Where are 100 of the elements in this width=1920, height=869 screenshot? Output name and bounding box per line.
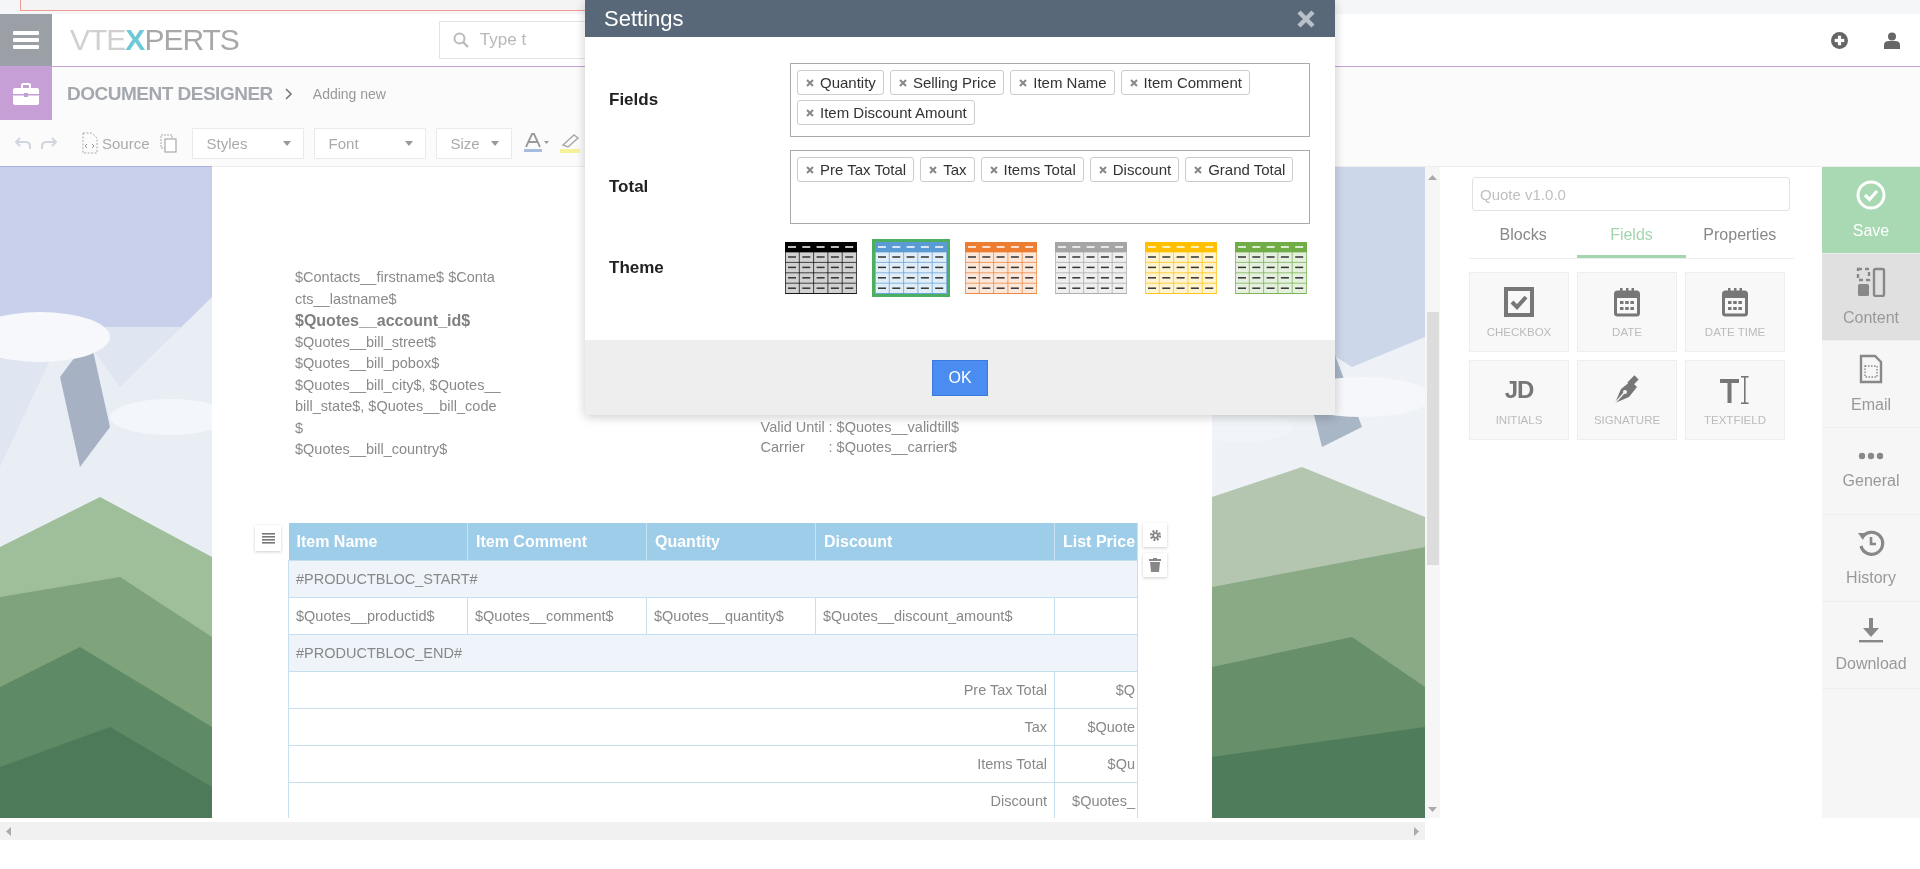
theme-option[interactable] xyxy=(1142,239,1220,297)
remove-icon[interactable] xyxy=(989,165,998,174)
calendar-icon xyxy=(1614,286,1640,317)
scroll-down-icon[interactable] xyxy=(1428,807,1437,812)
field-card[interactable]: TEXTFIELD xyxy=(1685,360,1785,440)
remove-icon[interactable] xyxy=(806,78,814,87)
info-label: Carrier xyxy=(760,438,806,457)
panel-tab[interactable]: Fields xyxy=(1577,215,1686,258)
user-icon[interactable] xyxy=(1884,31,1900,49)
field-card[interactable]: DATE TIME xyxy=(1685,272,1785,352)
remove-icon[interactable] xyxy=(929,165,938,174)
more-icon xyxy=(1858,452,1884,460)
theme-option[interactable] xyxy=(1232,239,1310,297)
table-cell: Tax xyxy=(288,708,1055,746)
table-style-icon xyxy=(1055,242,1127,294)
tag[interactable]: Grand Total xyxy=(1185,157,1294,182)
nav-item[interactable]: Content xyxy=(1822,254,1920,341)
column-header: List Price xyxy=(1054,523,1138,561)
tag[interactable]: Tax xyxy=(920,157,975,182)
scroll-right-icon[interactable] xyxy=(1414,826,1419,836)
tag[interactable]: Item Name xyxy=(1010,70,1115,95)
initials-icon: JD xyxy=(1504,374,1534,405)
panel-tab[interactable]: Blocks xyxy=(1469,215,1578,258)
remove-icon[interactable] xyxy=(1019,78,1028,87)
panel-tab[interactable]: Properties xyxy=(1685,215,1794,258)
tag[interactable]: Items Total xyxy=(980,157,1084,182)
table-style-icon xyxy=(1235,242,1307,294)
scrollbar-thumb[interactable] xyxy=(1426,312,1439,565)
remove-icon[interactable] xyxy=(806,108,814,117)
format-dropdown[interactable]: Styles xyxy=(191,127,304,159)
remove-icon[interactable] xyxy=(1194,165,1203,174)
tag[interactable]: Quantity xyxy=(797,70,884,95)
drag-handle[interactable] xyxy=(255,525,281,551)
history-icon xyxy=(1857,529,1885,557)
briefcase-icon xyxy=(13,82,39,105)
menu-button[interactable] xyxy=(0,14,52,66)
remove-icon[interactable] xyxy=(898,78,907,87)
menu-icon xyxy=(13,30,39,50)
field-label: Theme xyxy=(609,258,665,278)
theme-option[interactable] xyxy=(872,239,950,297)
table-cell: $Quote xyxy=(1054,708,1138,746)
field-card[interactable]: SIGNATURE xyxy=(1577,360,1677,440)
column-header: Item Comment xyxy=(467,523,647,561)
scroll-up-icon[interactable] xyxy=(1428,175,1437,180)
table-style-icon xyxy=(1145,242,1217,294)
remove-icon[interactable] xyxy=(1129,78,1138,87)
table-cell: $Q xyxy=(1054,671,1138,709)
gear-icon xyxy=(1148,528,1162,542)
scroll-left-icon[interactable] xyxy=(6,826,11,836)
tag[interactable]: Item Discount Amount xyxy=(797,100,975,125)
table-cell: $Quotes__productid$ xyxy=(288,597,468,635)
address-line: $Quotes__bill_street$ xyxy=(295,332,438,352)
add-icon[interactable] xyxy=(1831,31,1848,49)
highlight-icon[interactable] xyxy=(559,133,580,153)
format-dropdown[interactable]: Font xyxy=(313,127,426,159)
list-icon xyxy=(261,532,275,544)
field-card[interactable]: DATE xyxy=(1577,272,1677,352)
theme-option[interactable] xyxy=(782,239,860,297)
info-label: Valid Until xyxy=(760,418,826,437)
ok-button[interactable]: OK xyxy=(932,359,988,396)
delete-button[interactable] xyxy=(1143,553,1167,577)
address-line: $Contacts__firstname$ $Conta xyxy=(295,268,496,287)
calendar-icon xyxy=(1722,286,1748,317)
download-icon xyxy=(1858,617,1884,643)
template-name-field[interactable]: Quote v1.0.0 xyxy=(1472,177,1790,211)
pen-nib-icon xyxy=(1613,374,1641,405)
table-cell: #PRODUCTBLOC_START# xyxy=(288,560,1138,598)
tag[interactable]: Item Comment xyxy=(1120,70,1250,95)
breadcrumb-current: Adding new xyxy=(312,85,386,102)
remove-icon[interactable] xyxy=(1098,165,1107,174)
remove-icon[interactable] xyxy=(806,165,814,174)
address-line: $Quotes__bill_pobox$ xyxy=(295,354,441,373)
theme-option[interactable] xyxy=(962,239,1040,297)
nav-item[interactable]: Save xyxy=(1822,167,1920,254)
settings-button[interactable] xyxy=(1143,523,1167,547)
column-header: Discount xyxy=(815,523,1055,561)
tag[interactable]: Pre Tax Total xyxy=(797,157,915,182)
tag[interactable]: Selling Price xyxy=(889,70,1005,95)
field-card[interactable]: CHECKBOX xyxy=(1469,272,1569,352)
tag-input[interactable]: Quantity Selling Price Item Name Item Comment Item Discount Amount xyxy=(790,63,1310,137)
tag-input[interactable]: Pre Tax Total Tax Items Total Discount Grand Total xyxy=(790,150,1310,224)
address-line: $Quotes__bill_country$ xyxy=(295,440,449,459)
text-cursor-icon xyxy=(1720,374,1750,405)
source-button[interactable]: Source xyxy=(79,132,150,154)
text-color-icon[interactable] xyxy=(523,133,550,153)
column-header: Quantity xyxy=(646,523,816,561)
checkbox-icon xyxy=(1504,286,1534,317)
table-cell: Items Total xyxy=(288,745,1055,783)
module-title[interactable]: DOCUMENT DESIGNER xyxy=(67,82,273,105)
table-cell: $Qu xyxy=(1054,745,1138,783)
table-style-icon xyxy=(965,242,1037,294)
close-icon[interactable] xyxy=(1297,9,1315,28)
theme-option[interactable] xyxy=(1052,239,1130,297)
field-label: Fields xyxy=(609,90,660,110)
field-card[interactable]: JD INITIALS xyxy=(1469,360,1569,440)
column-header: Item Name xyxy=(288,523,468,561)
info-value: : $Quotes__carrier$ xyxy=(828,438,957,457)
caret-icon xyxy=(404,140,413,146)
tag[interactable]: Discount xyxy=(1089,157,1180,182)
format-dropdown[interactable]: Size xyxy=(435,127,512,159)
